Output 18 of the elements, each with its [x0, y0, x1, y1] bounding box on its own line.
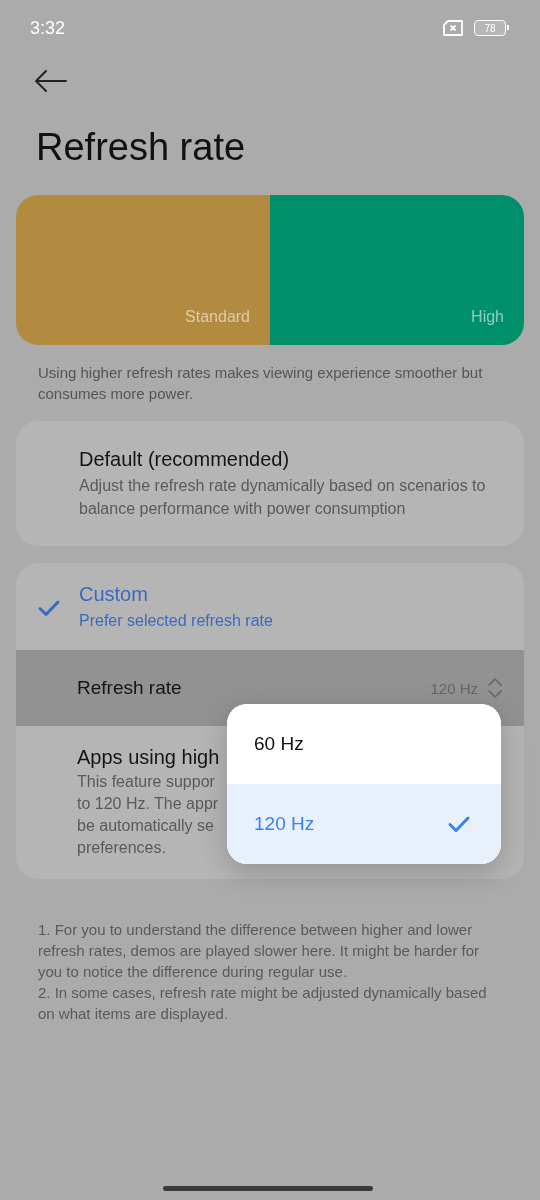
- status-time: 3:32: [30, 17, 66, 39]
- demo-panel: High: [270, 195, 524, 345]
- intro-text: Using higher refresh rates makes viewing experience smoother but consumes more power.: [38, 363, 484, 404]
- no-sim-icon: [442, 20, 464, 36]
- mode-option[interactable]: Default (recommended) Adjust the refresh rate dynamically based on scenarios to balance performance with power consumption: [16, 421, 524, 546]
- setting-title: Apps using high: [77, 746, 221, 769]
- footnote-text: 2. In some cases, refresh rate might be adjusted dynamically based on what items are displayed.: [38, 983, 488, 1024]
- setting-description: to 120 Hz. The appr: [77, 794, 219, 814]
- page-title: Refresh rate: [36, 126, 247, 170]
- footnote-text: 1. For you to understand the difference between higher and lower refresh rates, demos are played slower here. It might be harder for you to notice the difference during regular use.: [38, 920, 481, 982]
- setting-description: preferences.: [77, 838, 166, 858]
- setting-description: be automatically se: [77, 816, 214, 836]
- demo-panel: Standard: [16, 195, 270, 345]
- setting-description: This feature suppor: [77, 772, 215, 792]
- battery-icon: 78: [474, 20, 506, 36]
- dropdown-option[interactable]: 60 Hz: [227, 704, 501, 784]
- chevron-up-down-icon: [488, 676, 502, 700]
- dropdown-option[interactable]: 120 Hz: [227, 784, 501, 864]
